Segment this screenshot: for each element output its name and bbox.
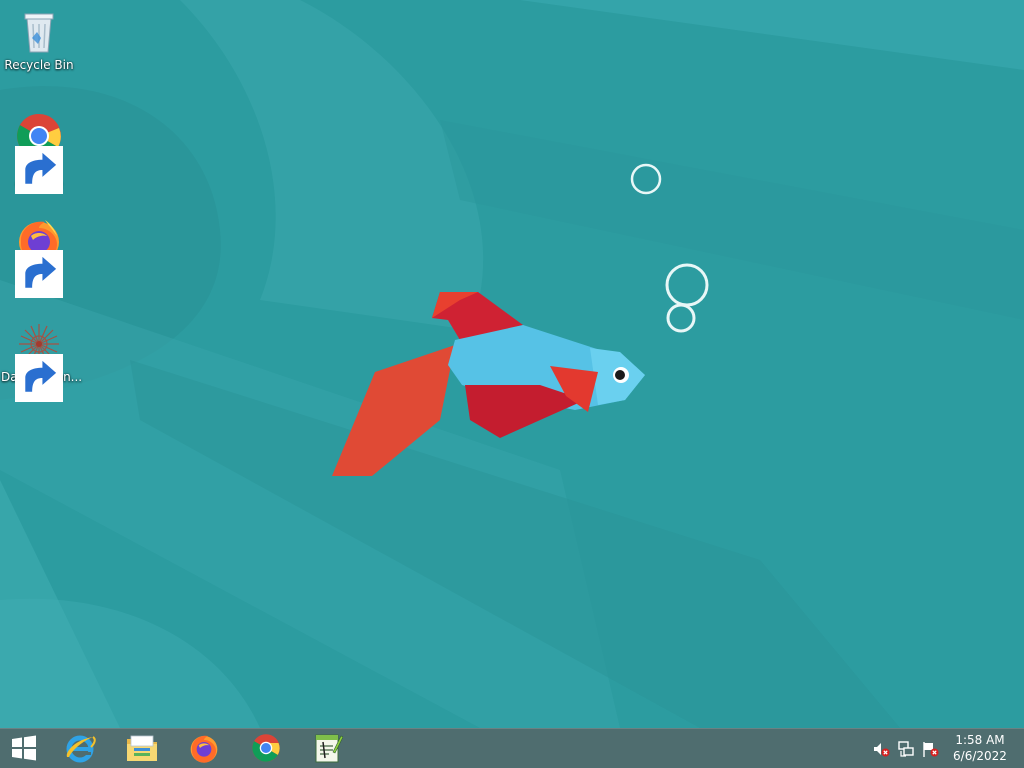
shortcut-arrow-icon xyxy=(15,146,63,194)
file-explorer-icon xyxy=(127,735,157,761)
firefox-icon xyxy=(190,735,218,763)
chrome-icon xyxy=(252,734,280,762)
desktop[interactable]: Recycle Bin Google Chrome xyxy=(0,0,1024,728)
notepad-icon xyxy=(315,734,343,763)
shortcut-arrow-icon xyxy=(15,354,63,402)
tray-volume-icon[interactable] xyxy=(872,740,890,758)
wallpaper xyxy=(0,0,1024,728)
desktop-icon-recycle-bin[interactable]: Recycle Bin xyxy=(1,8,77,73)
taskbar-notepad-button[interactable] xyxy=(300,728,356,768)
shortcut-arrow-icon xyxy=(15,250,63,298)
action-center-flag-icon xyxy=(923,742,939,757)
recycle-bin-icon xyxy=(24,13,54,53)
tray-network-icon[interactable] xyxy=(897,740,915,758)
taskbar-firefox-button[interactable] xyxy=(176,728,232,768)
speaker-muted-icon xyxy=(874,743,890,757)
desktop-icon-google-chrome[interactable]: Google Chrome xyxy=(1,112,77,194)
taskbar-file-explorer-button[interactable] xyxy=(114,728,170,768)
taskbar-chrome-button[interactable] xyxy=(238,728,294,768)
taskbar-internet-explorer-button[interactable] xyxy=(52,728,108,768)
windows-start-icon xyxy=(12,735,36,761)
tray-action-center-icon[interactable] xyxy=(921,740,939,758)
network-icon xyxy=(898,741,914,757)
clock-time: 1:58 AM xyxy=(955,733,1005,747)
start-button[interactable] xyxy=(0,728,48,768)
desktop-icon-firefox[interactable]: Firefox xyxy=(1,216,77,298)
internet-explorer-icon xyxy=(66,735,96,763)
taskbar-clock[interactable]: 1:58 AM 6/6/2022 xyxy=(944,732,1016,764)
desktop-icon-datawagon[interactable]: DataWagon... xyxy=(1,320,82,402)
taskbar: 1:58 AM 6/6/2022 xyxy=(0,728,1024,768)
desktop-icon-label: Recycle Bin xyxy=(4,58,74,72)
clock-date: 6/6/2022 xyxy=(953,749,1007,763)
